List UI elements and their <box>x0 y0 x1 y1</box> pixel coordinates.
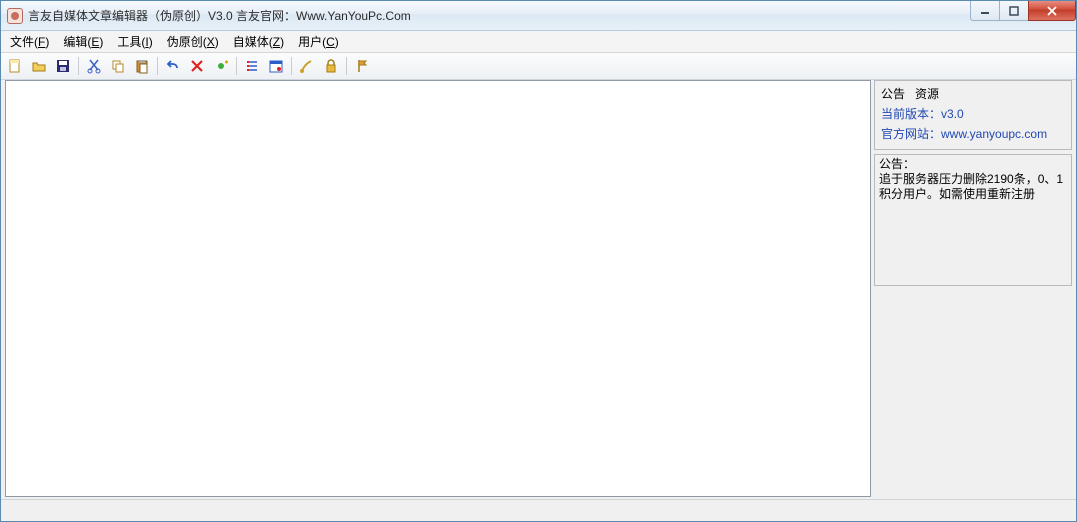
close-button[interactable] <box>1028 1 1076 21</box>
toolbar-separator <box>78 57 79 75</box>
titlebar: 言友自媒体文章编辑器（伪原创）V3.0 言友官网：Www.YanYouPc.Co… <box>1 1 1076 31</box>
menu-tools[interactable]: 工具(I) <box>110 31 159 52</box>
save-button[interactable] <box>52 55 74 77</box>
brush-button[interactable] <box>296 55 318 77</box>
calendar-icon <box>268 58 284 74</box>
flag-button[interactable] <box>351 55 373 77</box>
main-editor[interactable] <box>5 80 871 497</box>
open-button[interactable] <box>28 55 50 77</box>
site-link[interactable]: www.yanyoupc.com <box>941 127 1047 141</box>
tab-notice[interactable]: 公告 <box>881 85 905 102</box>
app-icon <box>7 8 23 24</box>
toolbar-separator <box>346 57 347 75</box>
list-button[interactable] <box>241 55 263 77</box>
cut-icon <box>86 58 102 74</box>
paste-icon <box>134 58 150 74</box>
close-icon <box>1046 6 1058 16</box>
copy-icon <box>110 58 126 74</box>
toolbar-separator <box>236 57 237 75</box>
menu-pseudo[interactable]: 伪原创(X) <box>160 31 226 52</box>
brush-icon <box>299 58 315 74</box>
menu-media[interactable]: 自媒体(Z) <box>226 31 291 52</box>
window-controls <box>971 1 1076 21</box>
menu-edit[interactable]: 编辑(E) <box>56 31 110 52</box>
delete-icon <box>189 58 205 74</box>
notice-box: 公告： 追于服务器压力删除2190条，0、1积分用户。如需使用重新注册 <box>874 154 1072 286</box>
toolbar-separator <box>157 57 158 75</box>
minimize-icon <box>980 6 990 16</box>
site-label: 官方网站： <box>881 127 941 141</box>
version-value: v3.0 <box>941 107 964 121</box>
minimize-button[interactable] <box>970 1 1000 21</box>
toolbar <box>1 53 1076 80</box>
version-label: 当前版本： <box>881 107 941 121</box>
maximize-button[interactable] <box>999 1 1029 21</box>
info-panel: 公告 资源 当前版本：v3.0 官方网站：www.yanyoupc.com <box>874 80 1072 150</box>
paste-button[interactable] <box>131 55 153 77</box>
status-bar <box>1 499 1076 521</box>
lock-button[interactable] <box>320 55 342 77</box>
window-title: 言友自媒体文章编辑器（伪原创）V3.0 言友官网：Www.YanYouPc.Co… <box>28 7 1072 24</box>
menu-user[interactable]: 用户(C) <box>291 31 346 52</box>
delete-button[interactable] <box>186 55 208 77</box>
list-icon <box>244 58 260 74</box>
app-window: 言友自媒体文章编辑器（伪原创）V3.0 言友官网：Www.YanYouPc.Co… <box>0 0 1077 522</box>
undo-button[interactable] <box>162 55 184 77</box>
new-button[interactable] <box>4 55 26 77</box>
cut-button[interactable] <box>83 55 105 77</box>
copy-button[interactable] <box>107 55 129 77</box>
calendar-button[interactable] <box>265 55 287 77</box>
add-button[interactable] <box>210 55 232 77</box>
side-panel: 公告 资源 当前版本：v3.0 官方网站：www.yanyoupc.com 公告… <box>874 80 1072 497</box>
add-icon <box>213 58 229 74</box>
lock-icon <box>323 58 339 74</box>
open-icon <box>31 58 47 74</box>
toolbar-separator <box>291 57 292 75</box>
menu-file[interactable]: 文件(F) <box>3 31 56 52</box>
notice-body: 追于服务器压力删除2190条，0、1积分用户。如需使用重新注册 <box>879 172 1067 202</box>
client-area: 公告 资源 当前版本：v3.0 官方网站：www.yanyoupc.com 公告… <box>1 80 1076 499</box>
new-icon <box>7 58 23 74</box>
tab-resource[interactable]: 资源 <box>915 85 939 102</box>
maximize-icon <box>1009 6 1019 16</box>
notice-title: 公告： <box>879 157 1067 172</box>
flag-icon <box>354 58 370 74</box>
menubar: 文件(F) 编辑(E) 工具(I) 伪原创(X) 自媒体(Z) 用户(C) <box>1 31 1076 53</box>
undo-icon <box>165 58 181 74</box>
save-icon <box>55 58 71 74</box>
editor-container <box>5 80 871 497</box>
